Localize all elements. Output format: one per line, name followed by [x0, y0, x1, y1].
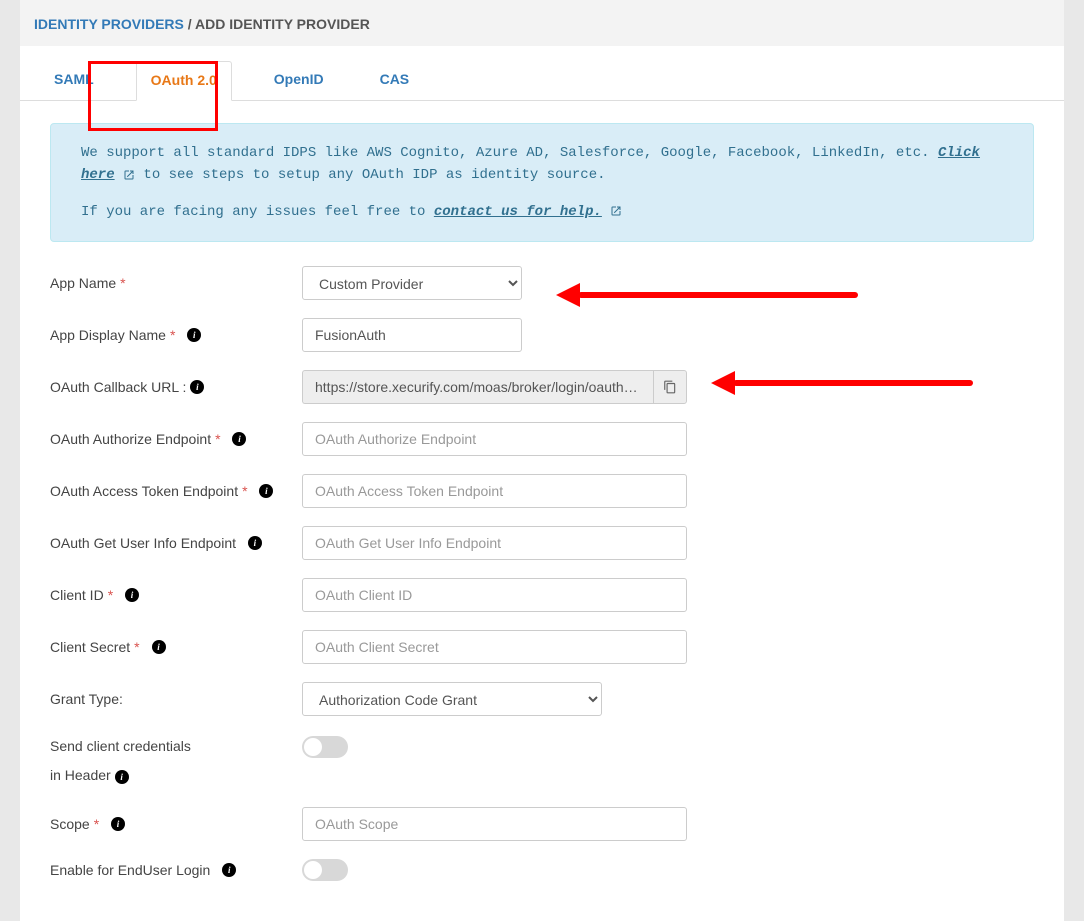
- enable-enduser-label: Enable for EndUser Login i: [50, 862, 302, 878]
- copy-callback-button[interactable]: [653, 370, 687, 404]
- external-link-icon: [123, 169, 135, 181]
- enable-enduser-toggle[interactable]: [302, 859, 348, 881]
- app-name-select[interactable]: Custom Provider: [302, 266, 522, 300]
- client-secret-input[interactable]: [302, 630, 687, 664]
- client-secret-label: Client Secret* i: [50, 639, 302, 655]
- info-box: We support all standard IDPS like AWS Co…: [50, 123, 1034, 242]
- info-icon: i: [152, 640, 166, 654]
- client-id-input[interactable]: [302, 578, 687, 612]
- info-icon: i: [259, 484, 273, 498]
- callback-url-label: OAuth Callback URL :i: [50, 379, 302, 395]
- tab-openid[interactable]: OpenID: [260, 61, 338, 101]
- external-link-icon: [610, 205, 622, 217]
- callback-url-field: https://store.xecurify.com/moas/broker/l…: [302, 370, 653, 404]
- tab-cas[interactable]: CAS: [366, 61, 424, 101]
- userinfo-endpoint-label: OAuth Get User Info Endpoint i: [50, 535, 302, 551]
- info-icon: i: [190, 380, 204, 394]
- app-display-name-input[interactable]: [302, 318, 522, 352]
- client-id-label: Client ID* i: [50, 587, 302, 603]
- breadcrumb: IDENTITY PROVIDERS / ADD IDENTITY PROVID…: [20, 0, 1064, 46]
- contact-link[interactable]: contact us for help.: [434, 204, 602, 220]
- send-header-toggle[interactable]: [302, 736, 348, 758]
- tab-saml[interactable]: SAML: [40, 61, 108, 101]
- app-display-name-label: App Display Name* i: [50, 327, 302, 343]
- authorize-endpoint-label: OAuth Authorize Endpoint* i: [50, 431, 302, 447]
- authorize-endpoint-input[interactable]: [302, 422, 687, 456]
- breadcrumb-current: ADD IDENTITY PROVIDER: [195, 16, 370, 32]
- info-icon: i: [115, 770, 129, 784]
- breadcrumb-link[interactable]: IDENTITY PROVIDERS: [34, 16, 184, 32]
- userinfo-endpoint-input[interactable]: [302, 526, 687, 560]
- copy-icon: [663, 380, 677, 394]
- info-icon: i: [232, 432, 246, 446]
- info-icon: i: [187, 328, 201, 342]
- grant-type-label: Grant Type:: [50, 691, 302, 707]
- app-name-label: App Name*: [50, 275, 302, 291]
- tabs: SAML OAuth 2.0 OpenID CAS: [20, 46, 1064, 101]
- token-endpoint-label: OAuth Access Token Endpoint* i: [50, 483, 302, 499]
- token-endpoint-input[interactable]: [302, 474, 687, 508]
- grant-type-select[interactable]: Authorization Code Grant: [302, 682, 602, 716]
- tab-oauth[interactable]: OAuth 2.0: [136, 61, 232, 101]
- info-icon: i: [248, 536, 262, 550]
- info-icon: i: [125, 588, 139, 602]
- info-icon: i: [222, 863, 236, 877]
- send-header-label: Send client credentials in Header i: [50, 734, 302, 788]
